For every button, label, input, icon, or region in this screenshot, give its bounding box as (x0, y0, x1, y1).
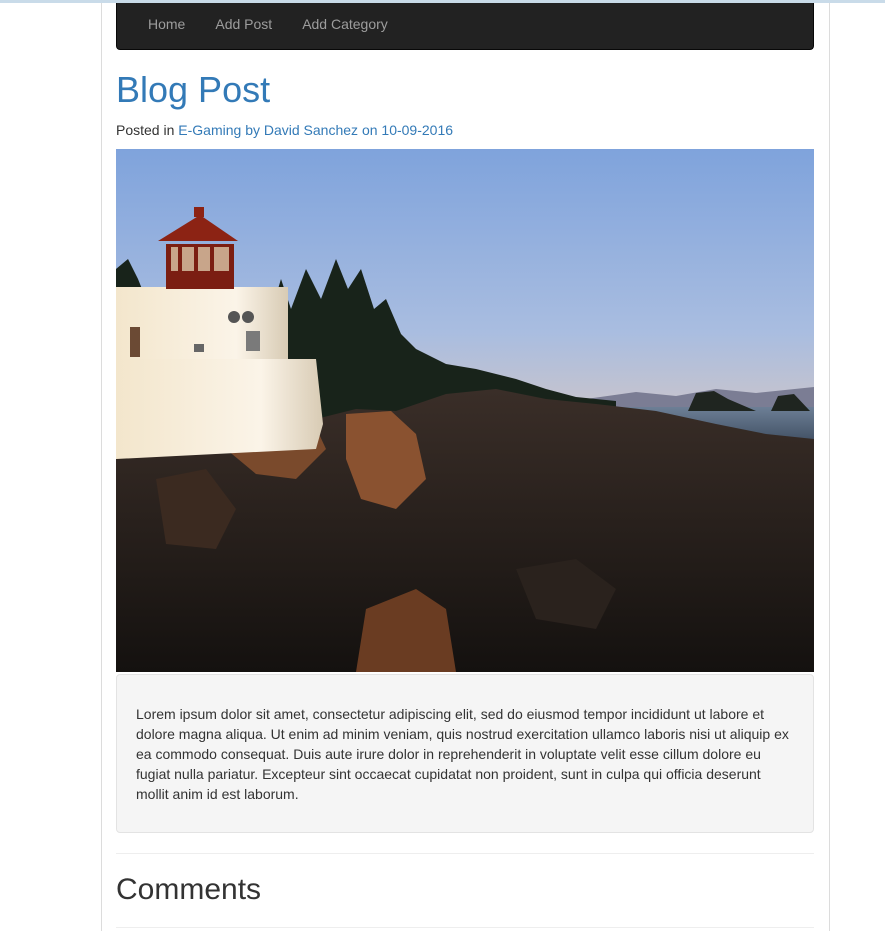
post-author-link[interactable]: David Sanchez (264, 122, 358, 138)
post-category-link[interactable]: E-Gaming (178, 122, 241, 138)
comments-heading: Comments (116, 873, 262, 906)
lighthouse-photo (116, 149, 814, 672)
post-body-well: Lorem ipsum dolor sit amet, consectetur … (116, 674, 814, 833)
navbar: Home Add Post Add Category (116, 3, 814, 50)
divider (116, 853, 814, 854)
post-meta: Posted in E-Gaming by David Sanchez on 1… (116, 121, 453, 139)
divider (116, 927, 814, 928)
post-meta-prefix: Posted in (116, 122, 175, 138)
post-date: 10-09-2016 (381, 122, 454, 138)
nav-home-link[interactable]: Home (133, 16, 200, 36)
nav-add-category-link[interactable]: Add Category (287, 16, 403, 36)
page-border-right (829, 3, 830, 931)
post-image (116, 149, 814, 672)
post-on-text: on (361, 122, 378, 138)
page-border-left (101, 3, 102, 931)
nav-add-post-link[interactable]: Add Post (200, 16, 287, 36)
post-title: Blog Post (116, 69, 271, 110)
post-body-text: Lorem ipsum dolor sit amet, consectetur … (136, 706, 789, 802)
post-by-text: by (245, 122, 260, 138)
